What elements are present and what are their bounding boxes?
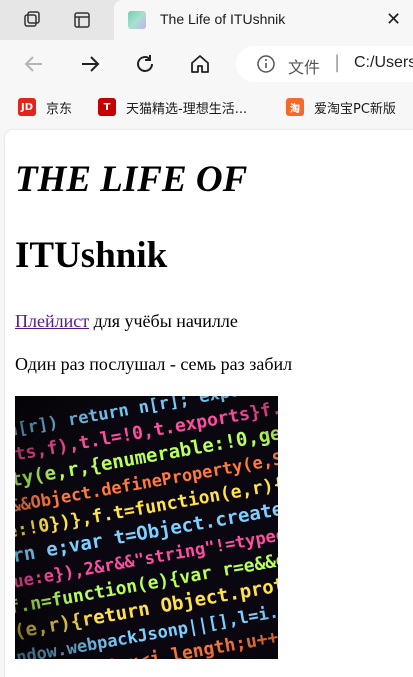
home-icon[interactable] (186, 50, 214, 78)
taobao-icon: 淘 (286, 98, 304, 116)
info-icon[interactable] (256, 54, 276, 78)
bookmark-jd[interactable]: JD 京东 (18, 97, 72, 117)
refresh-icon[interactable] (131, 50, 159, 78)
tab-favicon-icon (128, 11, 146, 29)
listen-paragraph: Один раз послушал - семь раз забил (15, 354, 293, 374)
active-tab[interactable]: The Life of ITUshnik ✕ (114, 0, 413, 40)
back-icon[interactable] (20, 50, 48, 78)
tab-actions-icon[interactable] (62, 6, 102, 34)
address-separator: | (334, 52, 341, 73)
tmall-icon: T (98, 98, 116, 116)
browser-window: The Life of ITUshnik ✕ 文件 | C:/Users JD … (0, 0, 413, 677)
playlist-paragraph: Плейлист для учёбы начилле (15, 311, 238, 332)
tab-title: The Life of ITUshnik (160, 11, 286, 27)
playlist-link[interactable]: Плейлист (15, 311, 89, 331)
heading-the-life-of: THE LIFE OF (15, 159, 248, 200)
forward-icon[interactable] (76, 50, 104, 78)
bookmark-tmall[interactable]: T 天猫精选-理想生活... (98, 97, 247, 117)
code-screen-graphic: t if(n[r]) return n[r]; exports; exports… (15, 396, 278, 659)
heading-itushnik: ITUshnik (15, 235, 168, 276)
url-text[interactable]: C:/Users (354, 54, 413, 72)
code-screen-image: t if(n[r]) return n[r]; exports; exports… (15, 396, 278, 659)
tab-strip: The Life of ITUshnik ✕ (0, 0, 413, 40)
page-viewport[interactable]: THE LIFE OF ITUshnik Плейлист для учёбы … (5, 130, 413, 677)
toolbar: 文件 | C:/Users (0, 40, 413, 88)
file-label: 文件 (288, 60, 321, 77)
workspaces-icon[interactable] (12, 6, 52, 34)
jd-icon: JD (18, 98, 36, 116)
image-vignette (15, 396, 278, 659)
address-bar[interactable]: 文件 | C:/Users (236, 46, 413, 82)
bookmark-label: 爱淘宝PC新版 (314, 101, 396, 117)
bookmarks-bar: JD 京东 T 天猫精选-理想生活... 淘 爱淘宝PC新版 (0, 88, 413, 126)
bookmark-taobao[interactable]: 淘 爱淘宝PC新版 (286, 97, 396, 117)
bookmark-label: 京东 (46, 101, 73, 117)
bookmark-label: 天猫精选-理想生活... (126, 101, 248, 117)
playlist-paragraph-text: для учёбы начилле (89, 311, 238, 331)
tab-close-icon[interactable]: ✕ (386, 9, 401, 30)
